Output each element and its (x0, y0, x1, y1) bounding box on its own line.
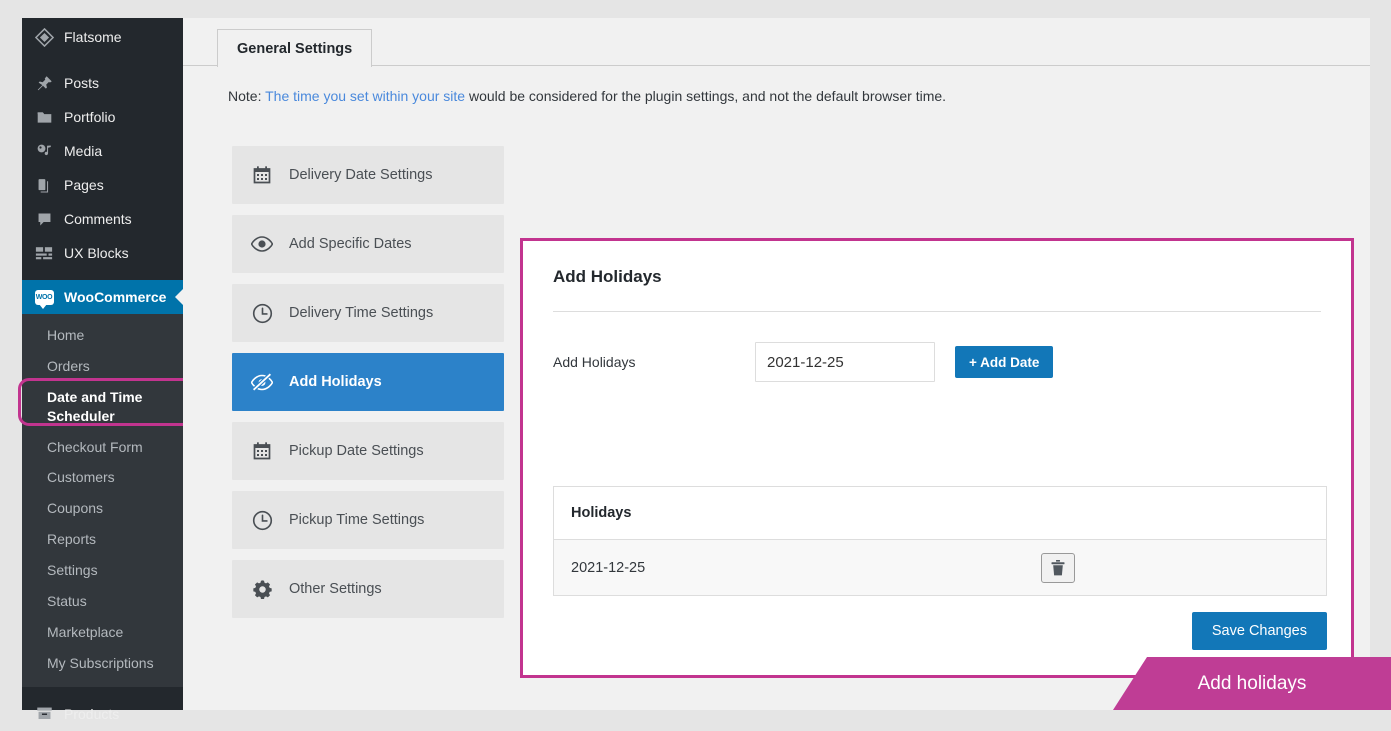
save-changes-button[interactable]: Save Changes (1191, 612, 1327, 650)
sidebar-item-label: Comments (64, 211, 132, 227)
clock-icon (249, 510, 275, 531)
submenu-item-coupons[interactable]: Coupons (22, 493, 183, 524)
submenu-item-marketplace[interactable]: Marketplace (22, 617, 183, 648)
settings-item-label: Delivery Date Settings (289, 167, 433, 183)
table-row: 2021-12-25 (554, 540, 1326, 595)
holidays-table: Holidays 2021-12-25 (553, 486, 1327, 596)
add-holiday-row: Add Holidays + Add Date (553, 342, 1321, 382)
save-row: Save Changes (553, 612, 1327, 650)
panel-divider (553, 311, 1321, 312)
settings-item-label: Add Holidays (289, 374, 382, 390)
submenu-item-status[interactable]: Status (22, 586, 183, 617)
settings-body: Delivery Date Settings Add Specific Date… (183, 128, 1370, 710)
pages-icon (33, 175, 55, 195)
add-holidays-panel: Add Holidays Add Holidays + Add Date Hol… (520, 238, 1354, 678)
products-icon (33, 704, 55, 724)
sidebar-separator (22, 270, 183, 280)
sidebar-item-woocommerce[interactable]: WOO WooCommerce (22, 280, 184, 314)
settings-nav-list: Delivery Date Settings Add Specific Date… (232, 146, 504, 629)
submenu-item-my-subscriptions[interactable]: My Subscriptions (22, 648, 183, 679)
delete-holiday-button[interactable] (1041, 552, 1075, 583)
wp-admin-sidebar: Flatsome Posts Portfolio Media Pages Com… (22, 18, 184, 721)
sidebar-item-media[interactable]: Media (22, 134, 183, 168)
settings-item-delivery-time-settings[interactable]: Delivery Time Settings (232, 284, 504, 342)
submenu-item-orders[interactable]: Orders (22, 351, 183, 382)
clock-icon (249, 303, 275, 324)
settings-item-label: Pickup Time Settings (289, 512, 425, 528)
settings-item-add-specific-dates[interactable]: Add Specific Dates (232, 215, 504, 273)
holiday-date-cell: 2021-12-25 (571, 559, 646, 576)
sidebar-item-flatsome[interactable]: Flatsome (22, 18, 183, 56)
folder-icon (33, 107, 55, 127)
tab-bar: General Settings (183, 18, 1370, 68)
calendar-icon (249, 165, 275, 185)
admin-content-area: General Settings Note: The time you set … (183, 18, 1370, 710)
woo-icon: WOO (33, 287, 55, 309)
add-holidays-ribbon: Add holidays (1113, 657, 1391, 710)
sidebar-item-comments[interactable]: Comments (22, 202, 183, 236)
sidebar-item-products[interactable]: Products (22, 697, 183, 731)
submenu-item-date-and-time-scheduler[interactable]: Date and Time Scheduler (22, 382, 183, 432)
holiday-date-input[interactable] (755, 342, 935, 382)
media-icon (33, 141, 55, 161)
settings-item-pickup-date-settings[interactable]: Pickup Date Settings (232, 422, 504, 480)
sidebar-item-posts[interactable]: Posts (22, 66, 183, 100)
tab-label: General Settings (237, 40, 353, 57)
settings-item-label: Other Settings (289, 581, 382, 597)
sidebar-item-label: Portfolio (64, 109, 116, 125)
sidebar-item-label: Products (64, 705, 120, 722)
sidebar-item-label: Media (64, 143, 103, 159)
app-root: Flatsome Posts Portfolio Media Pages Com… (0, 0, 1391, 731)
add-date-button[interactable]: + Add Date (955, 346, 1054, 378)
settings-item-delivery-date-settings[interactable]: Delivery Date Settings (232, 146, 504, 204)
add-holidays-field-label: Add Holidays (553, 354, 636, 370)
comment-icon (33, 209, 55, 229)
settings-item-add-holidays[interactable]: Add Holidays (232, 353, 504, 411)
trash-icon (1051, 559, 1065, 576)
submenu-item-reports[interactable]: Reports (22, 524, 183, 555)
settings-item-label: Delivery Time Settings (289, 305, 434, 321)
woocommerce-submenu: Home Orders Date and Time Scheduler Chec… (22, 314, 183, 687)
sidebar-item-label: Pages (64, 177, 104, 193)
note-suffix: would be considered for the plugin setti… (465, 88, 947, 104)
submenu-item-checkout-form[interactable]: Checkout Form (22, 432, 183, 463)
ribbon-label: Add holidays (1197, 672, 1307, 694)
sidebar-item-label: UX Blocks (64, 245, 129, 261)
gear-icon (249, 579, 275, 600)
note-link[interactable]: The time you set within your site (265, 88, 465, 104)
sidebar-item-label: Posts (64, 75, 100, 91)
tab-general-settings[interactable]: General Settings (217, 29, 373, 68)
sidebar-item-pages[interactable]: Pages (22, 168, 183, 202)
submenu-item-customers[interactable]: Customers (22, 462, 183, 493)
sidebar-separator-2 (22, 687, 183, 697)
submenu-item-home[interactable]: Home (22, 320, 183, 351)
settings-item-label: Add Specific Dates (289, 236, 412, 252)
blocks-icon (33, 243, 55, 263)
eye-slash-icon (249, 373, 275, 391)
settings-item-pickup-time-settings[interactable]: Pickup Time Settings (232, 491, 504, 549)
settings-item-label: Pickup Date Settings (289, 443, 424, 459)
holidays-table-header: Holidays (554, 487, 1326, 540)
eye-icon (249, 236, 275, 252)
sidebar-item-label: Flatsome (64, 29, 122, 45)
note-prefix: Note: (228, 88, 266, 104)
note-text: Note: The time you set within your site … (183, 66, 1370, 104)
submenu-item-settings[interactable]: Settings (22, 555, 183, 586)
sidebar-item-label: WooCommerce (64, 289, 167, 305)
sidebar-item-portfolio[interactable]: Portfolio (22, 100, 183, 134)
settings-item-other-settings[interactable]: Other Settings (232, 560, 504, 618)
panel-title: Add Holidays (553, 267, 662, 286)
pin-icon (33, 73, 55, 93)
flatsome-diamond-icon (33, 27, 55, 47)
calendar-icon (249, 441, 275, 461)
sidebar-item-ux-blocks[interactable]: UX Blocks (22, 236, 183, 270)
